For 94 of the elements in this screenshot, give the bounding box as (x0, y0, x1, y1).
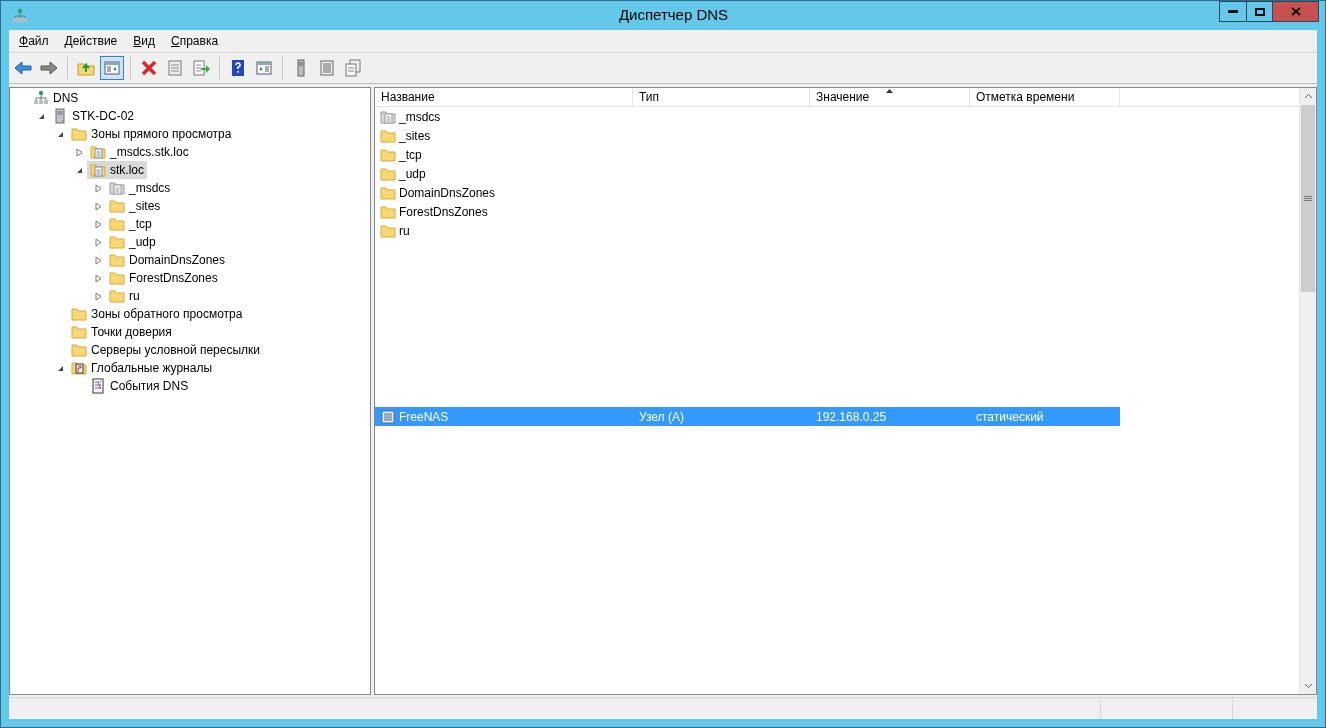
column-header[interactable]: Название (375, 88, 633, 106)
collapsed-arrow-icon[interactable] (94, 291, 102, 301)
tree-item[interactable]: STK-DC-02 (49, 107, 137, 125)
list-row[interactable]: ForestDnsZones (375, 202, 1299, 221)
folder-icon (380, 203, 396, 220)
log-icon (71, 360, 87, 376)
record-icon (380, 408, 396, 425)
collapsed-arrow-icon[interactable] (94, 255, 102, 265)
column-header[interactable]: Отметка времени (970, 88, 1120, 106)
pane-icon (255, 59, 273, 77)
zone-file-icon (380, 108, 396, 125)
folder-icon (109, 288, 125, 304)
tree-item[interactable]: ForestDnsZones (106, 269, 221, 287)
folder-icon (71, 342, 87, 358)
close-button[interactable] (1273, 1, 1319, 22)
folder-icon (380, 165, 396, 182)
folder-icon (109, 234, 125, 250)
tree-item[interactable]: _msdcs (106, 179, 174, 197)
tree-item[interactable]: Зоны прямого просмотра (68, 125, 235, 143)
column-header[interactable]: Значение (810, 88, 970, 106)
close-icon (1290, 7, 1301, 16)
tree-item[interactable]: События DNS (87, 377, 192, 395)
list-row[interactable]: _udp (375, 164, 1299, 183)
list-row[interactable]: ru (375, 221, 1299, 240)
tree-item[interactable]: _msdcs.stk.loc (87, 143, 192, 161)
event-log-icon (90, 378, 106, 394)
collapsed-arrow-icon[interactable] (94, 183, 102, 193)
tree-item[interactable]: _tcp (106, 215, 155, 233)
tree-item[interactable]: _sites (106, 197, 164, 215)
tree-item[interactable]: _udp (106, 233, 159, 251)
forward-arrow-icon (40, 59, 58, 77)
grip-icon (1304, 196, 1312, 201)
minimize-button[interactable] (1219, 1, 1247, 22)
expanded-arrow-icon[interactable] (56, 364, 64, 372)
copy-icon (344, 59, 362, 77)
tree-item[interactable]: Точки доверия (68, 323, 175, 341)
minimize-icon (1228, 10, 1238, 13)
back-arrow-icon (14, 59, 32, 77)
pane-icon (103, 59, 121, 77)
tree-item[interactable]: DomainDnsZones (106, 251, 229, 269)
folder-icon (109, 216, 125, 232)
collapsed-arrow-icon[interactable] (94, 219, 102, 229)
window-title: Диспетчер DNS (618, 5, 729, 26)
document-icon (166, 59, 184, 77)
server-icon (52, 108, 68, 124)
tree-item[interactable]: Серверы условной пересылки (68, 341, 264, 359)
menu-item[interactable]: Файл (12, 32, 56, 50)
folder-icon (71, 126, 87, 142)
folder-icon (109, 252, 125, 268)
list-row[interactable]: _tcp (375, 145, 1299, 164)
menu-item[interactable]: Справка (164, 32, 226, 50)
export-icon (192, 59, 210, 77)
folder-icon (380, 184, 396, 201)
zone-file-icon (109, 180, 125, 196)
help-icon (229, 59, 247, 77)
scrollbar-thumb[interactable] (1301, 105, 1315, 292)
zone-file-icon (90, 144, 106, 160)
menu-item[interactable]: Действие (57, 32, 125, 50)
collapsed-arrow-icon[interactable] (75, 147, 83, 157)
maximize-icon (1254, 7, 1265, 16)
list-row[interactable]: DomainDnsZones (375, 183, 1299, 202)
tree-item[interactable]: ru (106, 287, 143, 305)
folder-icon (71, 324, 87, 340)
network-icon (33, 90, 49, 106)
tree-item[interactable]: stk.loc (87, 161, 147, 179)
collapsed-arrow-icon[interactable] (94, 273, 102, 283)
tree-item[interactable]: Глобальные журналы (68, 359, 216, 377)
zone-file-icon (90, 162, 106, 178)
record-type: Узел (A) (638, 408, 685, 426)
expanded-arrow-icon[interactable] (56, 130, 64, 138)
folder-icon (109, 198, 125, 214)
tree-item[interactable]: Зоны обратного просмотра (68, 305, 246, 323)
list-row[interactable]: _msdcs (375, 107, 1299, 126)
tree-item[interactable]: DNS (30, 89, 82, 107)
collapsed-arrow-icon[interactable] (94, 201, 102, 211)
pane-button[interactable] (100, 56, 124, 80)
expanded-arrow-icon[interactable] (75, 166, 83, 174)
app-icon (12, 7, 28, 24)
list-icon (318, 59, 336, 77)
record-name: FreeNAS (399, 408, 449, 426)
expanded-arrow-icon[interactable] (37, 112, 45, 120)
collapsed-arrow-icon[interactable] (94, 237, 102, 247)
record-timestamp: статический (975, 408, 1045, 426)
list-row[interactable]: _sites (375, 126, 1299, 145)
vertical-scrollbar[interactable] (1299, 88, 1316, 694)
column-header[interactable]: Тип (633, 88, 810, 106)
folder-icon (380, 127, 396, 144)
menu-item[interactable]: Вид (126, 32, 162, 50)
folder-icon (71, 306, 87, 322)
folder-icon (380, 222, 396, 239)
folder-icon (380, 146, 396, 163)
folder-icon (109, 270, 125, 286)
record-value: 192.168.0.25 (815, 408, 888, 426)
delete-icon (140, 59, 158, 77)
